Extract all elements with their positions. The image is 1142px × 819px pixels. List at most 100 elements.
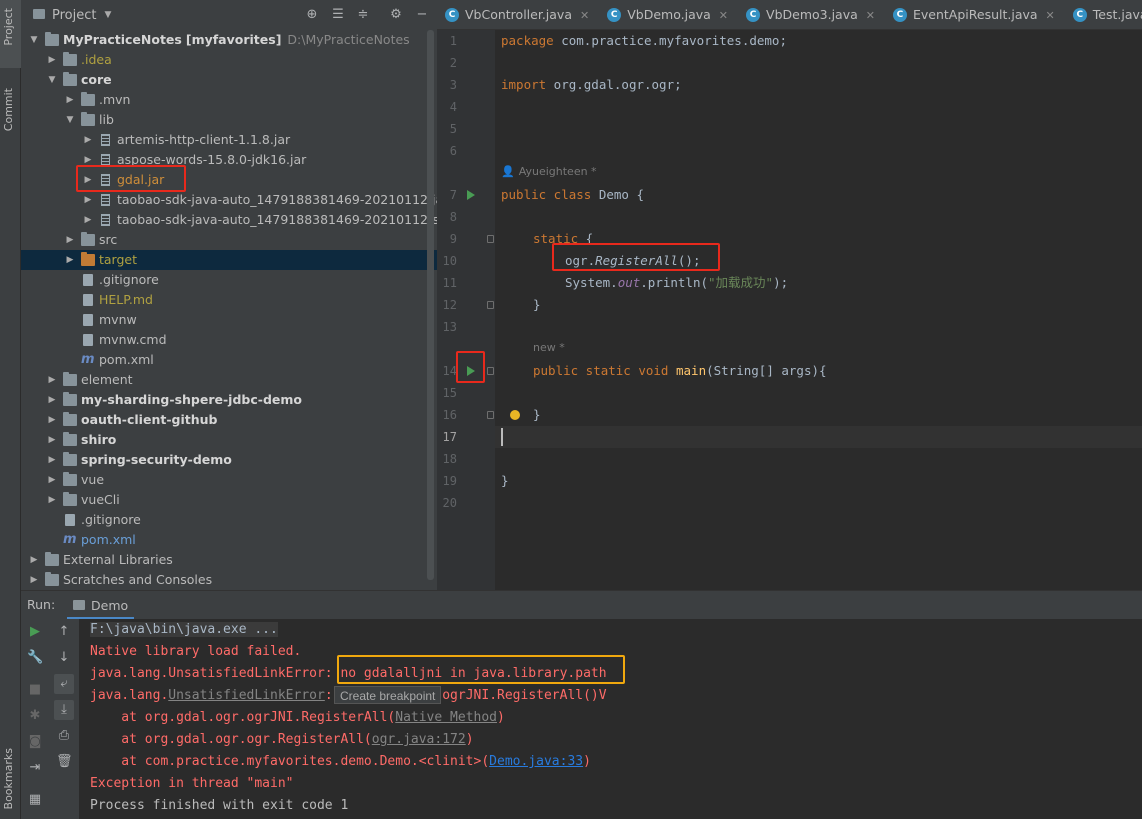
arrow-up-icon[interactable]: ↑ — [56, 624, 72, 640]
tree-item[interactable]: ▶ vue — [21, 470, 437, 490]
editor-tab[interactable]: C VbDemo.java ✕ — [599, 0, 738, 29]
wrench-icon[interactable]: 🔧 — [27, 650, 43, 666]
tree-item[interactable]: ▶ my-sharding-shpere-jdbc-demo — [21, 390, 437, 410]
tree-item[interactable]: ▶ taobao-sdk-java-auto_1479188381469-2021… — [21, 210, 481, 230]
tree-item[interactable]: mvnw.cmd — [21, 330, 437, 350]
locate-icon[interactable]: ⊕ — [304, 7, 320, 23]
tree-item[interactable]: ▶ spring-security-demo — [21, 450, 437, 470]
tree-item[interactable]: ▶ artemis-http-client-1.1.8.jar — [21, 130, 437, 150]
gutter-line[interactable]: 2 — [437, 52, 495, 74]
project-tool-label[interactable]: Project — [2, 8, 15, 46]
gutter-line[interactable]: 18 — [437, 448, 495, 470]
gutter-line[interactable]: 6 — [437, 140, 495, 162]
trash-icon[interactable]: 🗑 — [56, 754, 73, 770]
tree-item[interactable]: ▼ lib — [21, 110, 437, 130]
tree-item[interactable]: ▼ MyPracticeNotes [myfavorites] D:\MyPracti… — [21, 30, 437, 50]
soft-wrap-icon[interactable]: ⤶ — [54, 674, 74, 694]
demo-java-link[interactable]: Demo.java:33 — [489, 754, 583, 769]
fold-marker-icon[interactable] — [487, 367, 494, 375]
camera-icon[interactable]: ◙ — [27, 734, 43, 750]
tree-item[interactable]: .gitignore — [21, 270, 437, 290]
project-scrollbar[interactable] — [427, 30, 434, 580]
ogr-java-link[interactable]: ogr.java:172 — [372, 732, 466, 747]
gutter-line[interactable]: 12 — [437, 294, 495, 316]
chevron-right-icon[interactable]: ▶ — [46, 370, 58, 390]
gutter-line[interactable]: 4 — [437, 96, 495, 118]
stop-icon[interactable]: ■ — [27, 682, 43, 698]
gutter-line[interactable]: 8 — [437, 206, 495, 228]
gutter-line[interactable]: 13 — [437, 316, 495, 338]
chevron-right-icon[interactable]: ▶ — [64, 250, 76, 270]
debug-icon[interactable]: ✱ — [27, 708, 43, 724]
tree-item[interactable]: ▶ oauth-client-github — [21, 410, 437, 430]
tree-item[interactable]: ▶ shiro — [21, 430, 437, 450]
fold-marker-icon[interactable] — [487, 301, 494, 309]
tree-item[interactable]: ▶ element — [21, 370, 437, 390]
run-tab-demo[interactable]: Demo — [66, 591, 135, 620]
gutter-line[interactable]: 16 — [437, 404, 495, 426]
tree-item[interactable]: .gitignore — [21, 510, 437, 530]
editor-tab[interactable]: C EventApiResult.java ✕ — [885, 0, 1065, 29]
project-panel-title[interactable]: Project — [52, 8, 96, 23]
fold-marker-icon[interactable] — [487, 235, 494, 243]
author-hint[interactable]: 👤 Ayueighteen * — [501, 162, 597, 182]
close-icon[interactable]: ✕ — [1046, 9, 1055, 22]
run-console[interactable]: F:\java\bin\java.exe ... Native library … — [80, 619, 1142, 819]
tree-item[interactable]: ▶ .idea — [21, 50, 437, 70]
tree-item[interactable]: ▶ Scratches and Consoles — [21, 570, 437, 590]
gutter-line[interactable]: 7 — [437, 184, 495, 206]
tree-item[interactable]: ▼ core — [21, 70, 437, 90]
editor-tab[interactable]: C VbDemo3.java ✕ — [738, 0, 885, 29]
tree-item[interactable]: ▶ target — [21, 250, 437, 270]
tree-item[interactable]: mvnw — [21, 310, 437, 330]
chevron-right-icon[interactable]: ▶ — [46, 390, 58, 410]
chevron-down-icon[interactable]: ▼ — [46, 70, 58, 90]
tree-item[interactable]: ▶ vueCli — [21, 490, 437, 510]
gutter-line[interactable]: 11 — [437, 272, 495, 294]
tree-item[interactable]: ▶ src — [21, 230, 437, 250]
close-icon[interactable]: ✕ — [866, 9, 875, 22]
gutter-line[interactable]: 1 — [437, 30, 495, 52]
minimize-icon[interactable]: − — [414, 7, 430, 23]
chevron-right-icon[interactable]: ▶ — [64, 230, 76, 250]
arrow-down-icon[interactable]: ↓ — [56, 650, 72, 666]
rerun-icon[interactable]: ▶ — [27, 624, 43, 640]
gear-icon[interactable]: ⚙ — [388, 7, 404, 23]
tree-item[interactable]: ▶ External Libraries — [21, 550, 437, 570]
expand-all-icon[interactable]: ☰ — [330, 7, 346, 23]
editor-tab[interactable]: CTest.java✕ — [1065, 0, 1142, 29]
gutter-line[interactable]: 15 — [437, 382, 495, 404]
chevron-right-icon[interactable]: ▶ — [46, 490, 58, 510]
chevron-down-icon[interactable]: ▼ — [28, 30, 40, 50]
gutter-line[interactable]: 19 — [437, 470, 495, 492]
tree-item[interactable]: ▶ .mvn — [21, 90, 437, 110]
native-method-link[interactable]: Native Method — [395, 710, 497, 725]
print-icon[interactable]: ⎙ — [56, 728, 72, 744]
lightbulb-icon[interactable] — [510, 410, 520, 420]
chevron-right-icon[interactable]: ▶ — [46, 430, 58, 450]
gutter-line[interactable]: 3 — [437, 74, 495, 96]
chevron-right-icon[interactable]: ▶ — [82, 130, 94, 150]
tree-item[interactable]: HELP.md — [21, 290, 437, 310]
commit-tool-label[interactable]: Commit — [2, 88, 15, 131]
gutter-line[interactable]: 10 — [437, 250, 495, 272]
fold-marker-icon[interactable] — [487, 411, 494, 419]
tree-item[interactable]: ▶ taobao-sdk-java-auto_1479188381469-2021… — [21, 190, 449, 210]
code-editor[interactable]: package com.practice.myfavorites.demo; i… — [495, 30, 1142, 590]
bookmarks-tool-label[interactable]: Bookmarks — [2, 748, 15, 809]
chevron-right-icon[interactable]: ▶ — [64, 90, 76, 110]
exit-icon[interactable]: ⇥ — [27, 760, 43, 776]
tree-item[interactable]: m pom.xml — [21, 530, 437, 550]
run-gutter-icon[interactable] — [467, 190, 475, 200]
chevron-right-icon[interactable]: ▶ — [28, 550, 40, 570]
editor-tab[interactable]: C VbController.java ✕ — [437, 0, 599, 29]
chevron-right-icon[interactable]: ▶ — [46, 450, 58, 470]
gutter-line[interactable]: 20 — [437, 492, 495, 514]
chevron-down-icon[interactable]: ▼ — [104, 10, 111, 20]
gutter-line[interactable]: 17 — [437, 426, 495, 448]
chevron-right-icon[interactable]: ▶ — [28, 570, 40, 590]
gutter-line[interactable]: 5 — [437, 118, 495, 140]
error-link[interactable]: UnsatisfiedLinkError — [168, 688, 325, 703]
chevron-right-icon[interactable]: ▶ — [46, 50, 58, 70]
chevron-down-icon[interactable]: ▼ — [64, 110, 76, 130]
